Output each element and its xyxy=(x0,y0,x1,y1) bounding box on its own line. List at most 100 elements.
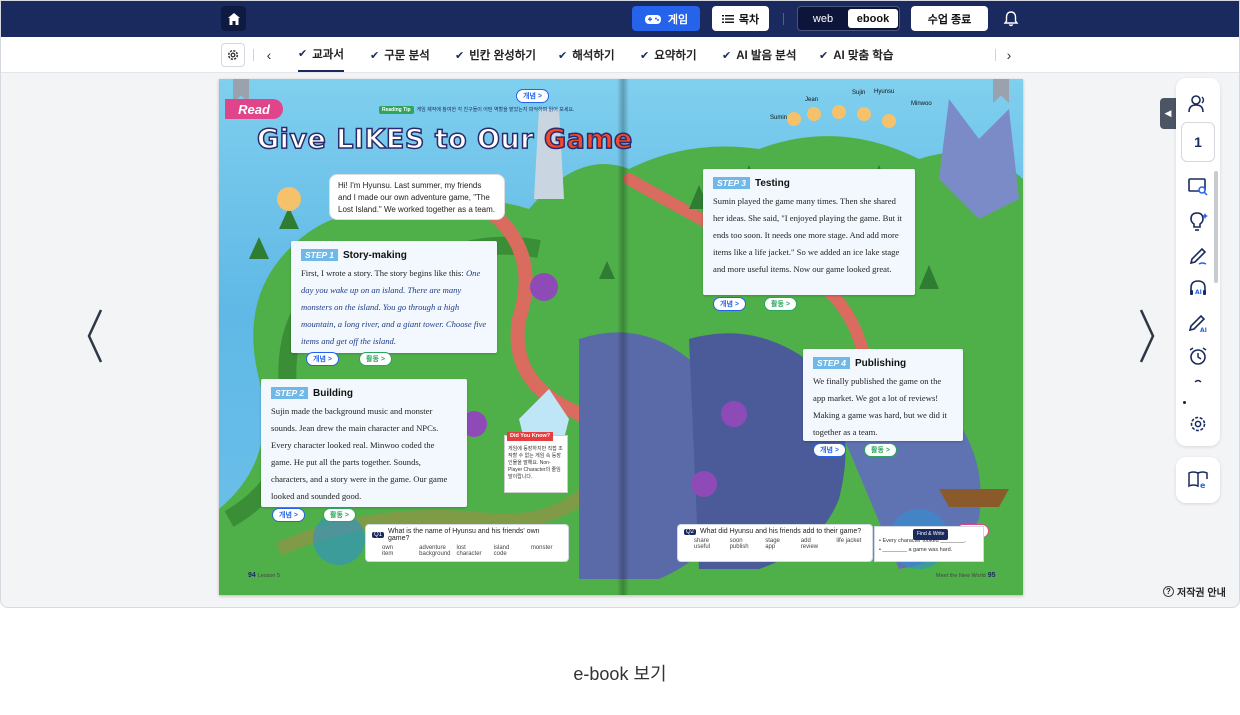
step1-concept-button[interactable]: 개념 > xyxy=(306,352,339,366)
step4-header: STEP 4 Publishing xyxy=(813,357,953,369)
page-count-box[interactable]: 1 xyxy=(1181,122,1215,162)
list-icon xyxy=(721,14,734,23)
step-text: First, I wrote a story. The story begins… xyxy=(301,268,464,278)
word: character xyxy=(456,551,482,557)
lightbulb-icon[interactable] xyxy=(1187,210,1209,232)
ebook-spread: Read 개념 > Reading Tip 게임 제작에 참여한 각 친구들이 어… xyxy=(219,79,1023,595)
reading-tip-text: 게임 제작에 참여한 각 친구들이 어떤 역할을 맡았는지 파악하며 읽어 보세… xyxy=(416,107,575,113)
step3-activity-button[interactable]: 활동 > xyxy=(764,297,797,311)
svg-text:AI: AI xyxy=(1195,289,1202,296)
step-title: Building xyxy=(312,387,353,399)
divider xyxy=(253,49,254,61)
pencil-icon[interactable] xyxy=(1187,245,1209,267)
divider xyxy=(783,13,784,25)
game-label: 게임 xyxy=(667,13,689,26)
step-title: Publishing xyxy=(854,357,907,369)
tab-syntax-analysis[interactable]: ✔ 구문 분석 xyxy=(370,37,430,73)
word: item xyxy=(382,551,394,557)
step4-concept-button[interactable]: 개념 > xyxy=(813,443,846,457)
step2-activity-button[interactable]: 활동 > xyxy=(323,508,356,522)
toc-button[interactable]: 목차 xyxy=(712,6,769,31)
home-button[interactable] xyxy=(221,6,246,31)
settings-gear-icon[interactable] xyxy=(1187,413,1209,435)
ai-pencil-icon[interactable]: AI xyxy=(1187,312,1209,334)
page-label: Meet the New World xyxy=(936,573,986,579)
title-part: Game xyxy=(543,123,633,156)
svg-text:AI: AI xyxy=(1200,327,1207,334)
alarm-clock-icon[interactable] xyxy=(1187,345,1209,367)
divider xyxy=(995,49,996,61)
ebook-tool-button[interactable]: e xyxy=(1176,457,1220,503)
screen-search-icon[interactable] xyxy=(1187,176,1209,198)
view-ebook-option[interactable]: ebook xyxy=(848,9,898,28)
concept-button[interactable]: 개념 > xyxy=(516,89,549,103)
question-circle-icon: ? xyxy=(1163,586,1174,597)
copyright-label: 저작권 안내 xyxy=(1177,588,1226,599)
gamepad-icon xyxy=(644,14,661,24)
ebook-icon: e xyxy=(1188,471,1208,490)
copyright-notice-link[interactable]: ? 저작권 안내 xyxy=(1163,584,1226,599)
step2-concept-button[interactable]: 개념 > xyxy=(272,508,305,522)
tab-prev-button[interactable]: ‹ xyxy=(262,45,276,65)
tab-ai-custom-learning[interactable]: ✔ AI 맞춤 학습 xyxy=(819,37,893,73)
check-icon: ✔ xyxy=(558,49,568,62)
gear-icon xyxy=(227,49,239,61)
step2-text: Sujin made the background music and mons… xyxy=(271,406,448,501)
step1-activity-button[interactable]: 활동 > xyxy=(359,352,392,366)
activity-label: 활동 xyxy=(871,447,884,454)
home-icon xyxy=(227,12,240,25)
concept-label: 개념 xyxy=(720,301,733,308)
word: app xyxy=(765,544,776,550)
sidebar-collapse-button[interactable]: ◀ xyxy=(1160,98,1176,129)
tab-summarize[interactable]: ✔ 요약하기 xyxy=(640,37,697,73)
tab-textbook[interactable]: ✔ 교과서 xyxy=(298,37,344,72)
intro-speech-bubble: Hi! I'm Hyunsu. Last summer, my friends … xyxy=(329,174,505,220)
tab-label: 해석하기 xyxy=(572,50,615,62)
check-icon: ✔ xyxy=(370,49,380,62)
ebook-viewer-frame: 게임 목차 web ebook 수업 종료 ‹ ✔ 교과서 ✔ 구문 분석 ✔ 빈칸 … xyxy=(0,0,1240,608)
step3-concept-button[interactable]: 개념 > xyxy=(713,297,746,311)
ai-headset-icon[interactable]: AI xyxy=(1187,278,1209,300)
left-page-number: 94 Lesson 5 xyxy=(248,572,280,579)
page-label: Lesson 5 xyxy=(257,573,281,579)
question-1: Q1 What is the name of Hyunsu and his fri… xyxy=(365,524,569,562)
word-bank: share soon stage add life jacket useful publi… xyxy=(684,538,866,550)
tab-settings-button[interactable] xyxy=(221,43,245,67)
lesson-title: Give LIKES to Our Game xyxy=(256,123,633,156)
did-you-know-box: Did You Know? 게임에 등장하지만 직접 조작할 수 없는 게임 속 … xyxy=(504,432,568,493)
tab-fill-blank[interactable]: ✔ 빈칸 완성하기 xyxy=(455,37,536,73)
tab-label: 교과서 xyxy=(312,48,344,61)
word: code xyxy=(493,551,507,557)
step3-header: STEP 3 Testing xyxy=(713,177,905,189)
bell-icon[interactable] xyxy=(1001,9,1021,29)
top-bar: 게임 목차 web ebook 수업 종료 xyxy=(1,1,1239,37)
next-page-arrow[interactable] xyxy=(1135,306,1159,366)
step-number: STEP 4 xyxy=(813,357,850,369)
activity-label: 활동 xyxy=(366,356,379,363)
svg-text:e: e xyxy=(1200,481,1206,490)
end-class-button[interactable]: 수업 종료 xyxy=(911,6,988,31)
game-button[interactable]: 게임 xyxy=(632,6,700,31)
word xyxy=(531,551,562,557)
word: review xyxy=(800,544,819,550)
step4-activity-button[interactable]: 활동 > xyxy=(864,443,897,457)
step2-header: STEP 2 Building xyxy=(271,387,457,399)
students-icon[interactable] xyxy=(1187,93,1209,115)
tab-next-button[interactable]: › xyxy=(1002,45,1016,65)
tab-interpret[interactable]: ✔ 해석하기 xyxy=(558,37,615,73)
step1-header: STEP 1 Story-making xyxy=(301,249,487,261)
concept-label: 개념 xyxy=(279,512,292,519)
view-web-option[interactable]: web xyxy=(800,9,846,28)
step-number: STEP 2 xyxy=(271,387,308,399)
character-name: Sumin xyxy=(770,115,788,121)
character-name: Jean xyxy=(805,97,819,103)
tab-ai-pronunciation[interactable]: ✔ AI 발음 분석 xyxy=(722,37,796,73)
step3-card: STEP 3 Testing Sumin played the game many… xyxy=(703,169,915,295)
activity-label: 활동 xyxy=(771,301,784,308)
chevron-left-icon: ‹ xyxy=(266,47,272,63)
prev-page-arrow[interactable] xyxy=(83,306,107,366)
sidebar-scrollbar[interactable] xyxy=(1214,171,1218,283)
tab-label: AI 맞춤 학습 xyxy=(833,50,894,62)
did-you-know-text: 게임에 등장하지만 직접 조작할 수 없는 게임 속 등장인물을 말해요. No… xyxy=(508,446,563,480)
step1-card: STEP 1 Story-making First, I wrote a stor… xyxy=(291,241,497,353)
